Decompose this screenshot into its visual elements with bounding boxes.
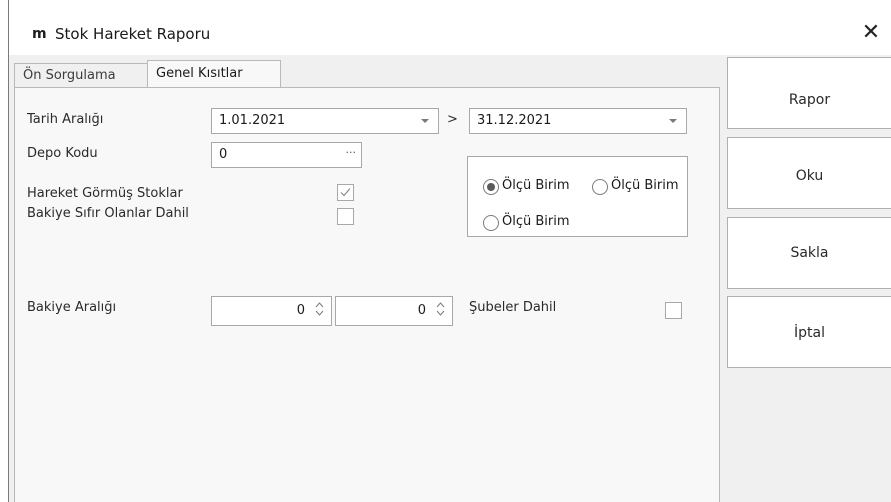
unit-radio-3-label: Ölçü Birim [502, 214, 570, 229]
depot-code-input[interactable]: 0 ··· [211, 142, 362, 168]
zero-balance-checkbox[interactable] [337, 208, 354, 225]
read-button[interactable]: Oku [727, 137, 891, 209]
spin-arrows-icon[interactable] [436, 301, 445, 317]
date-from-value: 1.01.2021 [219, 113, 286, 128]
unit-radio-2[interactable] [592, 179, 608, 195]
read-button-label: Oku [795, 168, 824, 184]
unit-radio-1[interactable] [483, 179, 499, 195]
tab-genel-kisitlar[interactable]: Genel Kısıtlar [147, 60, 281, 88]
report-window: m Stok Hareket Raporu ✕ Ön Sorgulama Gen… [8, 0, 891, 502]
zero-balance-label: Bakiye Sıfır Olanlar Dahil [27, 206, 189, 221]
date-from-dropdown[interactable]: 1.01.2021 [211, 108, 439, 134]
depot-code-label: Depo Kodu [27, 146, 98, 161]
spin-arrows-icon[interactable] [315, 301, 324, 317]
ellipsis-icon[interactable]: ··· [346, 141, 357, 165]
radio-selected-dot [487, 183, 495, 191]
unit-radio-3[interactable] [483, 215, 499, 231]
branches-checkbox[interactable] [665, 302, 682, 319]
date-to-value: 31.12.2021 [477, 113, 552, 128]
date-to-dropdown[interactable]: 31.12.2021 [469, 108, 687, 134]
general-constraints-panel: Tarih Aralığı 1.01.2021 > 31.12.2021 Dep… [14, 87, 720, 502]
report-button-label: Rapor [788, 92, 831, 108]
unit-radio-1-label: Ölçü Birim [502, 178, 570, 193]
window-title: Stok Hareket Raporu [55, 25, 211, 43]
moved-stocks-checkbox[interactable] [337, 184, 354, 201]
depot-code-value: 0 [219, 147, 228, 162]
tab-on-sorgulama[interactable]: Ön Sorgulama [14, 63, 148, 88]
unit-radio-group: Ölçü Birim Ölçü Birim Ölçü Birim [467, 156, 688, 237]
chevron-down-icon [669, 119, 677, 123]
balance-to-value: 0 [417, 303, 426, 318]
chevron-down-icon [421, 119, 429, 123]
close-button[interactable]: ✕ [856, 18, 886, 48]
balance-to-stepper[interactable]: 0 [335, 296, 453, 326]
date-separator: > [447, 112, 458, 127]
save-button-label: Sakla [790, 245, 829, 261]
date-range-label: Tarih Aralığı [27, 112, 104, 127]
balance-range-label: Bakiye Aralığı [27, 300, 117, 315]
report-button[interactable]: Rapor [727, 57, 891, 129]
check-icon [340, 188, 351, 197]
cancel-button[interactable]: İptal [727, 296, 891, 368]
balance-from-stepper[interactable]: 0 [211, 296, 332, 326]
app-logo-icon: m [32, 26, 47, 42]
save-button[interactable]: Sakla [727, 217, 891, 289]
unit-radio-2-label: Ölçü Birim [611, 178, 679, 193]
cancel-button-label: İptal [794, 325, 825, 341]
moved-stocks-label: Hareket Görmüş Stoklar [27, 186, 183, 201]
balance-from-value: 0 [296, 303, 305, 318]
branches-label: Şubeler Dahil [469, 300, 557, 315]
title-bar: m Stok Hareket Raporu ✕ [9, 0, 891, 55]
